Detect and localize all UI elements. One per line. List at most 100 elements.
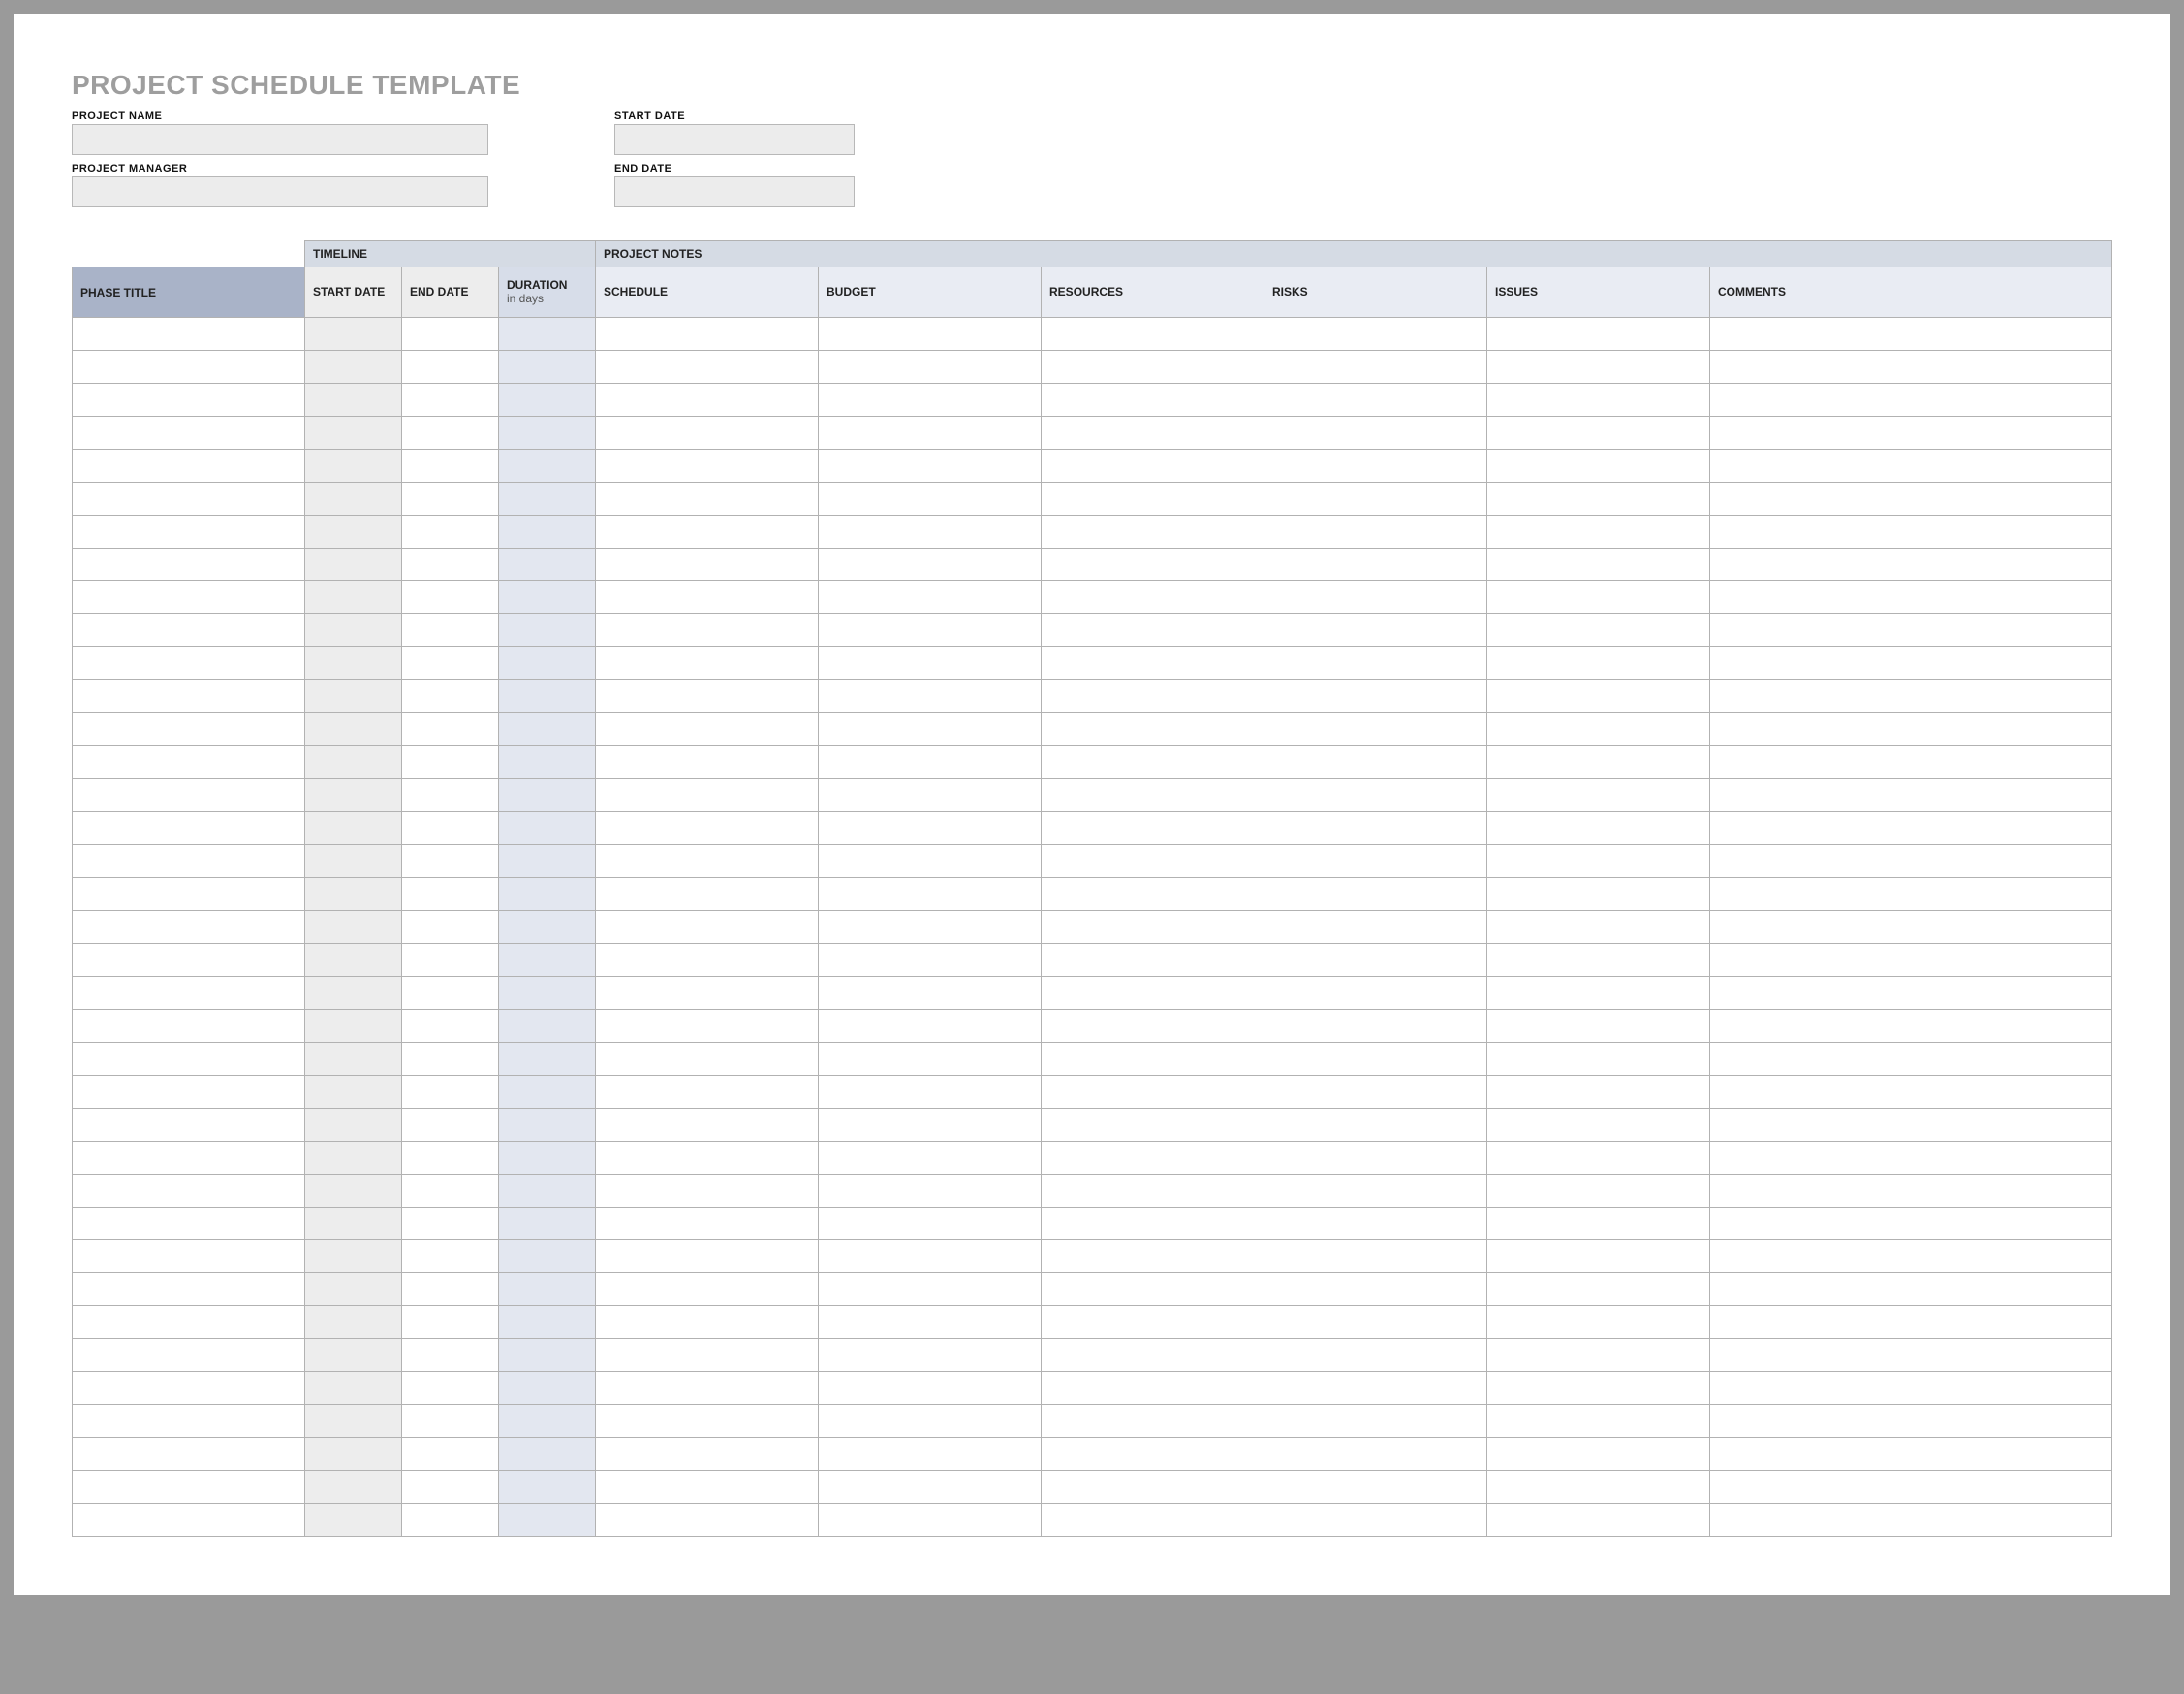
cell-end[interactable]	[402, 1471, 499, 1504]
cell-end[interactable]	[402, 1109, 499, 1142]
cell-budget[interactable]	[819, 483, 1042, 516]
cell-schedule[interactable]	[596, 1372, 819, 1405]
cell-comments[interactable]	[1710, 779, 2112, 812]
cell-phase[interactable]	[73, 1438, 305, 1471]
cell-budget[interactable]	[819, 1372, 1042, 1405]
cell-budget[interactable]	[819, 1142, 1042, 1175]
cell-risks[interactable]	[1264, 318, 1487, 351]
cell-risks[interactable]	[1264, 1043, 1487, 1076]
cell-resources[interactable]	[1042, 944, 1264, 977]
cell-phase[interactable]	[73, 1372, 305, 1405]
cell-comments[interactable]	[1710, 1273, 2112, 1306]
cell-phase[interactable]	[73, 1175, 305, 1208]
cell-dur[interactable]	[499, 977, 596, 1010]
cell-budget[interactable]	[819, 351, 1042, 384]
cell-dur[interactable]	[499, 516, 596, 549]
cell-risks[interactable]	[1264, 878, 1487, 911]
cell-schedule[interactable]	[596, 1109, 819, 1142]
cell-end[interactable]	[402, 1372, 499, 1405]
cell-phase[interactable]	[73, 1208, 305, 1240]
cell-issues[interactable]	[1487, 680, 1710, 713]
cell-issues[interactable]	[1487, 1438, 1710, 1471]
cell-issues[interactable]	[1487, 417, 1710, 450]
cell-end[interactable]	[402, 1208, 499, 1240]
cell-end[interactable]	[402, 1306, 499, 1339]
cell-schedule[interactable]	[596, 516, 819, 549]
cell-resources[interactable]	[1042, 483, 1264, 516]
cell-issues[interactable]	[1487, 318, 1710, 351]
cell-budget[interactable]	[819, 1273, 1042, 1306]
cell-issues[interactable]	[1487, 746, 1710, 779]
cell-comments[interactable]	[1710, 549, 2112, 581]
cell-start[interactable]	[305, 1273, 402, 1306]
cell-start[interactable]	[305, 516, 402, 549]
cell-start[interactable]	[305, 1306, 402, 1339]
cell-phase[interactable]	[73, 549, 305, 581]
cell-schedule[interactable]	[596, 1142, 819, 1175]
cell-dur[interactable]	[499, 1109, 596, 1142]
cell-phase[interactable]	[73, 516, 305, 549]
cell-schedule[interactable]	[596, 581, 819, 614]
cell-phase[interactable]	[73, 977, 305, 1010]
cell-resources[interactable]	[1042, 746, 1264, 779]
cell-schedule[interactable]	[596, 1273, 819, 1306]
cell-comments[interactable]	[1710, 1405, 2112, 1438]
end-date-input[interactable]	[614, 176, 855, 207]
cell-issues[interactable]	[1487, 647, 1710, 680]
cell-risks[interactable]	[1264, 1208, 1487, 1240]
cell-phase[interactable]	[73, 878, 305, 911]
cell-resources[interactable]	[1042, 417, 1264, 450]
cell-risks[interactable]	[1264, 1339, 1487, 1372]
cell-phase[interactable]	[73, 1043, 305, 1076]
cell-risks[interactable]	[1264, 1010, 1487, 1043]
cell-resources[interactable]	[1042, 845, 1264, 878]
cell-issues[interactable]	[1487, 1405, 1710, 1438]
cell-budget[interactable]	[819, 1076, 1042, 1109]
cell-end[interactable]	[402, 1175, 499, 1208]
cell-risks[interactable]	[1264, 713, 1487, 746]
cell-dur[interactable]	[499, 450, 596, 483]
cell-dur[interactable]	[499, 417, 596, 450]
cell-schedule[interactable]	[596, 1175, 819, 1208]
cell-issues[interactable]	[1487, 845, 1710, 878]
cell-dur[interactable]	[499, 779, 596, 812]
cell-phase[interactable]	[73, 318, 305, 351]
cell-issues[interactable]	[1487, 1339, 1710, 1372]
cell-dur[interactable]	[499, 318, 596, 351]
cell-budget[interactable]	[819, 549, 1042, 581]
cell-dur[interactable]	[499, 647, 596, 680]
cell-end[interactable]	[402, 1010, 499, 1043]
cell-phase[interactable]	[73, 812, 305, 845]
cell-phase[interactable]	[73, 417, 305, 450]
cell-end[interactable]	[402, 351, 499, 384]
cell-comments[interactable]	[1710, 1109, 2112, 1142]
cell-phase[interactable]	[73, 581, 305, 614]
cell-resources[interactable]	[1042, 1504, 1264, 1537]
cell-resources[interactable]	[1042, 351, 1264, 384]
cell-budget[interactable]	[819, 944, 1042, 977]
cell-start[interactable]	[305, 1339, 402, 1372]
cell-start[interactable]	[305, 1043, 402, 1076]
cell-budget[interactable]	[819, 1010, 1042, 1043]
cell-issues[interactable]	[1487, 1240, 1710, 1273]
cell-start[interactable]	[305, 911, 402, 944]
cell-end[interactable]	[402, 977, 499, 1010]
cell-schedule[interactable]	[596, 1240, 819, 1273]
cell-budget[interactable]	[819, 878, 1042, 911]
cell-schedule[interactable]	[596, 845, 819, 878]
cell-phase[interactable]	[73, 1076, 305, 1109]
cell-risks[interactable]	[1264, 1306, 1487, 1339]
cell-budget[interactable]	[819, 845, 1042, 878]
cell-schedule[interactable]	[596, 779, 819, 812]
cell-comments[interactable]	[1710, 1175, 2112, 1208]
cell-phase[interactable]	[73, 1010, 305, 1043]
cell-resources[interactable]	[1042, 614, 1264, 647]
cell-issues[interactable]	[1487, 516, 1710, 549]
cell-end[interactable]	[402, 516, 499, 549]
cell-dur[interactable]	[499, 1372, 596, 1405]
cell-resources[interactable]	[1042, 1471, 1264, 1504]
cell-schedule[interactable]	[596, 318, 819, 351]
cell-dur[interactable]	[499, 1175, 596, 1208]
cell-end[interactable]	[402, 878, 499, 911]
cell-end[interactable]	[402, 746, 499, 779]
